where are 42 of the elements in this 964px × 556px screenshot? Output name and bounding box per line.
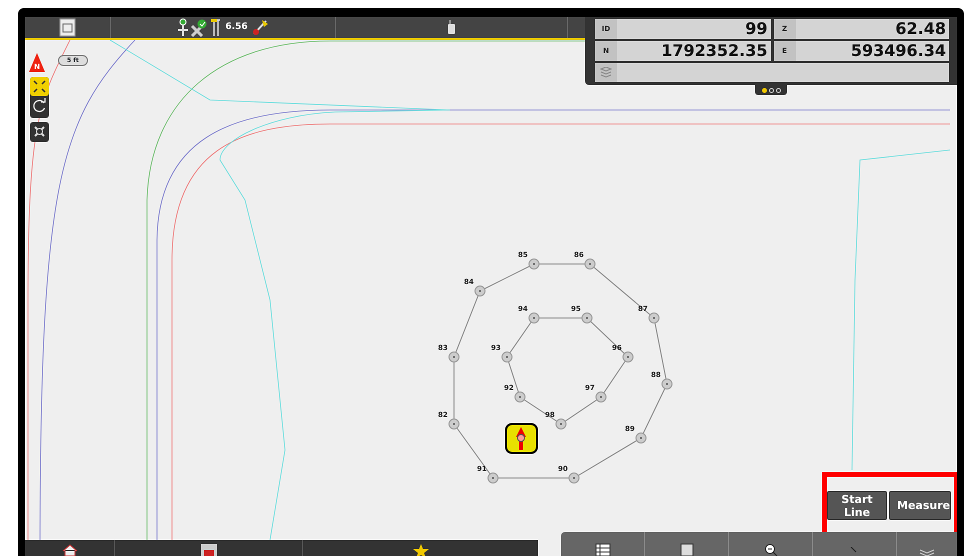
height-reading: 6.56 — [225, 20, 248, 34]
document-icon[interactable] — [680, 543, 694, 556]
survey-point[interactable] — [636, 432, 646, 444]
page-dot[interactable] — [762, 88, 766, 92]
page-dot[interactable] — [776, 88, 780, 92]
tool-icon[interactable] — [200, 543, 218, 556]
survey-point[interactable] — [488, 472, 498, 484]
survey-point[interactable] — [662, 378, 672, 390]
survey-point[interactable] — [556, 418, 566, 430]
layer-field[interactable] — [595, 63, 949, 82]
action-button[interactable]: Measure — [889, 491, 951, 520]
survey-point[interactable] — [502, 352, 512, 362]
survey-point[interactable] — [474, 286, 486, 296]
field-value: 62.48 — [894, 19, 947, 39]
survey-point[interactable] — [448, 352, 460, 362]
star-icon[interactable] — [412, 544, 428, 556]
page-dot[interactable] — [768, 88, 774, 92]
field-value: 593496.34 — [850, 41, 947, 61]
position-marker — [505, 423, 538, 454]
zoom-extents-icon[interactable] — [30, 77, 49, 96]
action-button[interactable]: Start Line — [827, 491, 887, 520]
device-icon[interactable] — [59, 18, 76, 37]
layers-icon[interactable] — [919, 548, 935, 556]
radio-icon[interactable] — [447, 20, 456, 35]
layers-icon — [600, 67, 612, 78]
survey-point[interactable] — [514, 392, 526, 402]
survey-point[interactable] — [582, 312, 592, 324]
field-value: 99 — [744, 19, 768, 39]
survey-point[interactable] — [648, 312, 660, 324]
survey-point[interactable] — [528, 258, 540, 270]
survey-point[interactable] — [584, 258, 596, 270]
table-icon[interactable] — [594, 543, 610, 556]
survey-point[interactable] — [622, 352, 634, 362]
survey-point[interactable] — [448, 418, 460, 430]
home-icon[interactable] — [62, 544, 78, 556]
zoom-out-icon[interactable] — [764, 543, 778, 556]
survey-point[interactable] — [568, 472, 580, 484]
field-value: 1792352.35 — [660, 41, 768, 61]
survey-point[interactable] — [596, 392, 606, 402]
prism-icon[interactable] — [250, 18, 269, 37]
gnss-status-icon[interactable] — [177, 18, 222, 37]
survey-point[interactable] — [528, 312, 540, 324]
